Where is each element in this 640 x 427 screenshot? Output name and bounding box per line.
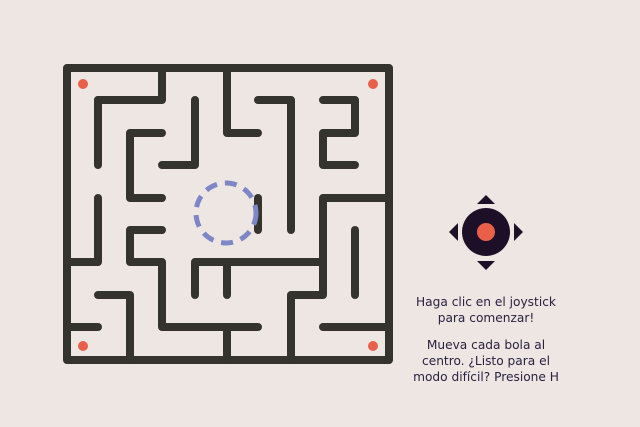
ball (368, 341, 378, 351)
joystick-icon[interactable] (448, 195, 524, 271)
target-ring (193, 180, 259, 246)
instruction-line: Haga clic en el joystick (416, 295, 556, 309)
joystick-knob[interactable] (477, 223, 495, 241)
instruction-line: modo difícil? Presione H (413, 370, 559, 384)
maze-wall (94, 291, 134, 364)
instruction-line: Mueva cada bola al (426, 338, 546, 352)
maze-wall (287, 258, 327, 364)
instruction-line: centro. ¿Listo para el (422, 354, 550, 368)
ball (78, 341, 88, 351)
instruction-line: para comenzar! (437, 311, 535, 325)
maze-wall (126, 129, 166, 202)
maze-wall (94, 64, 166, 104)
left-arrow-icon[interactable] (449, 223, 458, 241)
ball (78, 79, 88, 89)
right-arrow-icon[interactable] (514, 223, 523, 241)
maze-wall (63, 194, 102, 266)
up-arrow-icon[interactable] (477, 195, 495, 204)
maze-wall (158, 96, 199, 169)
maze-wall (223, 64, 262, 137)
maze-wall (254, 96, 295, 234)
game-stage: Haga clic en el joystick para comenzar! … (0, 0, 640, 427)
maze-walls (63, 64, 393, 364)
ball (368, 79, 378, 89)
start-instructions: Haga clic en el joystick para comenzar! (406, 294, 566, 326)
maze-board (63, 64, 393, 364)
goal-instructions: Mueva cada bola al centro. ¿Listo para e… (406, 337, 566, 385)
maze-wall (319, 96, 359, 169)
down-arrow-icon[interactable] (477, 261, 495, 270)
